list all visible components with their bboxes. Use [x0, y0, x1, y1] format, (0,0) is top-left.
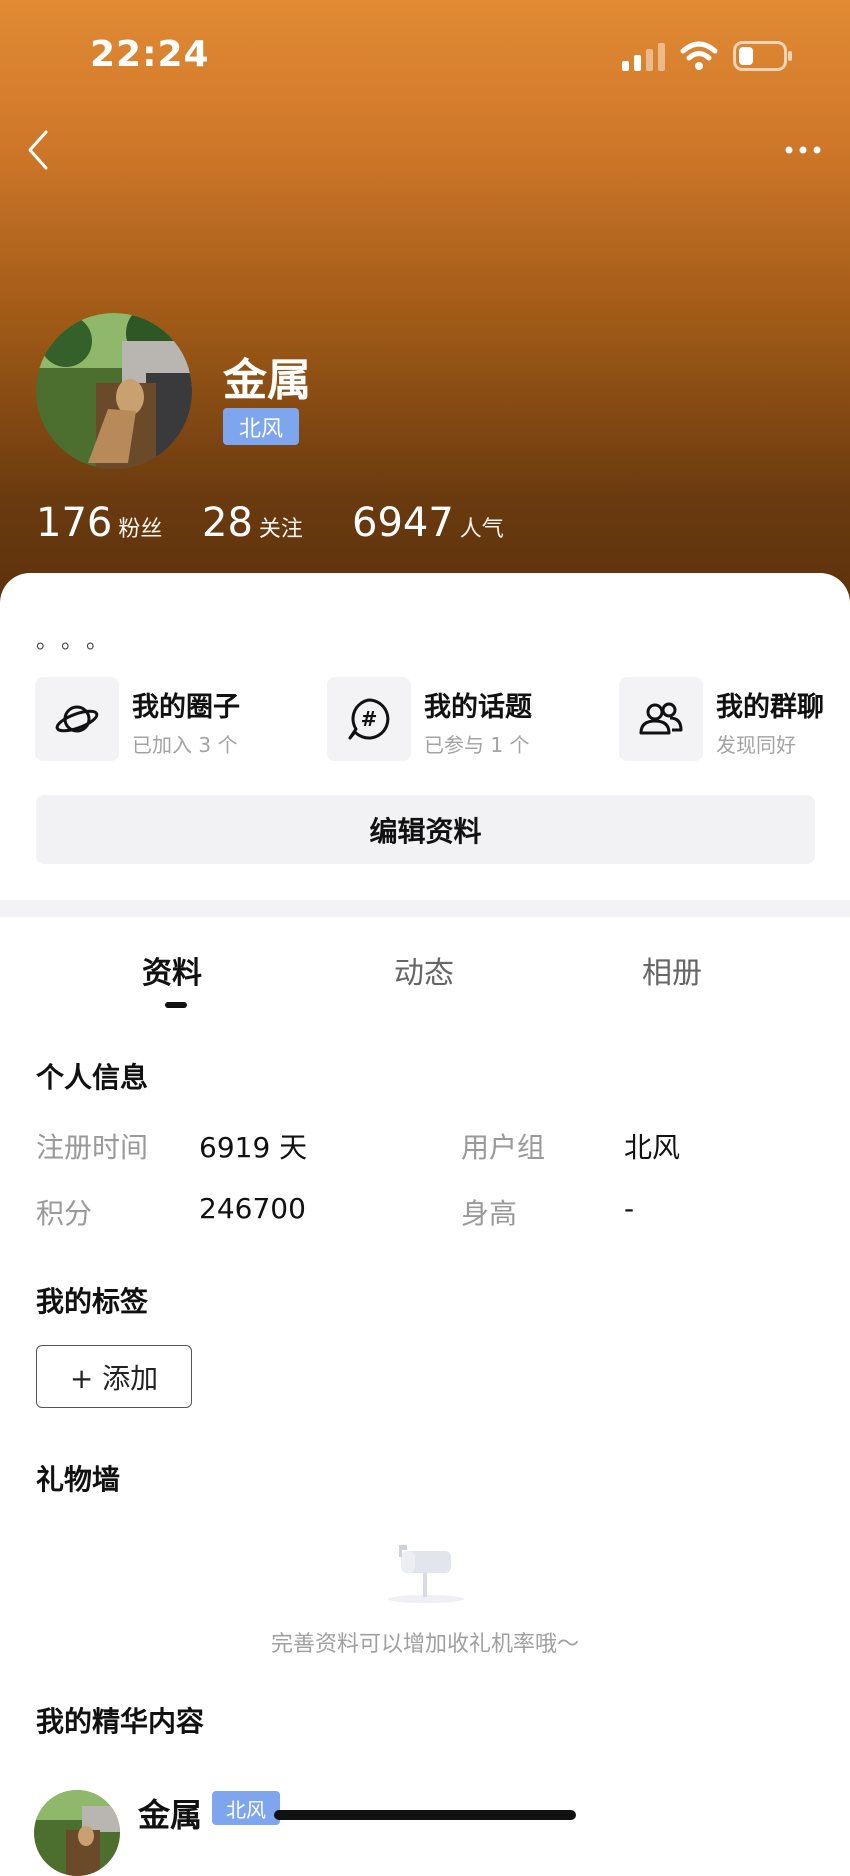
following-stat[interactable]: 28 关注 [202, 500, 303, 546]
profile-card: 。。。 我的圈子 已加入 3 个 # 我的话题 已参与 1 个 我的群聊 发现同… [0, 573, 850, 900]
personal-info-title: 个人信息 [36, 1061, 149, 1094]
points-value: 246700 [199, 1192, 306, 1225]
shortcut-title: 我的群聊 [716, 692, 824, 723]
featured-content-title: 我的精华内容 [36, 1705, 205, 1738]
svg-text:#: # [361, 707, 378, 731]
tab-album[interactable]: 相册 [642, 948, 702, 992]
user-group-label: 用户组 [461, 1131, 546, 1164]
add-tag-button[interactable]: + 添加 [36, 1345, 192, 1408]
profile-stats: 176 粉丝 28 关注 6947 人气 [0, 500, 850, 550]
following-label: 关注 [258, 517, 303, 542]
popularity-stat: 6947 人气 [352, 500, 504, 546]
bio-text: 。。。 [36, 629, 123, 654]
people-icon [619, 677, 703, 761]
my-tags-title: 我的标签 [36, 1285, 149, 1318]
user-group-badge: 北风 [223, 408, 299, 445]
post-author-avatar[interactable] [34, 1790, 120, 1876]
hashtag-icon: # [327, 677, 411, 761]
following-count: 28 [202, 500, 253, 546]
height-value: - [624, 1192, 635, 1225]
followers-count: 176 [36, 500, 113, 546]
shortcut-title: 我的话题 [424, 692, 532, 723]
shortcut-group-chat[interactable]: 我的群聊 发现同好 [619, 677, 850, 761]
profile-name: 金属 [223, 355, 311, 406]
planet-icon [35, 677, 119, 761]
back-button[interactable] [24, 128, 54, 172]
shortcut-topics[interactable]: # 我的话题 已参与 1 个 [327, 677, 587, 761]
register-time-label: 注册时间 [36, 1131, 149, 1164]
followers-stat[interactable]: 176 粉丝 [36, 500, 162, 546]
popularity-label: 人气 [459, 517, 504, 542]
shortcut-title: 我的圈子 [132, 692, 240, 723]
mailbox-icon [388, 1545, 464, 1603]
post-author-badge: 北风 [212, 1791, 280, 1825]
cellular-signal-icon [622, 43, 665, 71]
status-time: 22:24 [90, 34, 210, 75]
shortcut-subtitle: 已参与 1 个 [424, 733, 530, 757]
more-options-button[interactable] [784, 140, 822, 160]
tab-activity[interactable]: 动态 [394, 948, 454, 992]
active-tab-indicator [165, 1002, 187, 1008]
edit-profile-button[interactable]: 编辑资料 [36, 795, 815, 864]
popularity-count: 6947 [352, 500, 454, 546]
post-author-name: 金属 [138, 1796, 203, 1834]
shortcut-subtitle: 已加入 3 个 [132, 733, 238, 757]
gift-wall-title: 礼物墙 [36, 1463, 121, 1496]
home-indicator[interactable] [274, 1810, 576, 1820]
points-label: 积分 [36, 1197, 93, 1230]
register-time-value: 6919 天 [199, 1131, 308, 1164]
height-label: 身高 [461, 1197, 518, 1230]
battery-icon [733, 41, 792, 71]
section-divider [0, 900, 850, 917]
user-group-value: 北风 [624, 1131, 681, 1164]
wifi-icon [680, 41, 718, 70]
tab-profile[interactable]: 资料 [142, 948, 202, 992]
shortcut-subtitle: 发现同好 [716, 733, 796, 757]
shortcut-circles[interactable]: 我的圈子 已加入 3 个 [35, 677, 295, 761]
profile-avatar[interactable] [36, 313, 192, 469]
followers-label: 粉丝 [118, 517, 163, 542]
gift-wall-empty-text: 完善资料可以增加收礼机率哦～ [270, 1632, 579, 1657]
